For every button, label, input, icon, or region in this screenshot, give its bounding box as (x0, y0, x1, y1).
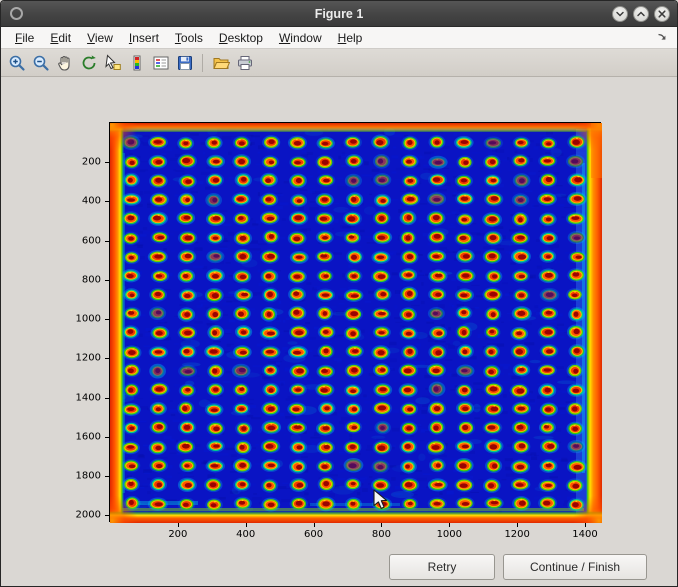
y-tick-label: 200 (82, 157, 101, 168)
dock-figure-button[interactable] (656, 32, 671, 44)
menubar: FileEditViewInsertToolsDesktopWindowHelp (1, 27, 677, 49)
save-figure-icon (176, 54, 194, 72)
menu-item-window[interactable]: Window (271, 29, 330, 47)
y-tick-mark (105, 437, 109, 438)
y-tick-mark (105, 280, 109, 281)
toolbar (1, 49, 677, 77)
y-tick-label: 1800 (76, 470, 101, 481)
rotate-3d-button[interactable] (77, 51, 100, 74)
continue-finish-button[interactable]: Continue / Finish (503, 554, 647, 580)
pan-icon (56, 54, 74, 72)
y-tick-label: 800 (82, 274, 101, 285)
save-figure-button[interactable] (173, 51, 196, 74)
dock-arrow-icon (656, 32, 668, 44)
y-tick-mark (105, 398, 109, 399)
y-tick-mark (105, 358, 109, 359)
y-tick-label: 2000 (76, 510, 101, 521)
y-tick-label: 1600 (76, 431, 101, 442)
open-file-icon (212, 54, 230, 72)
insert-colorbar-icon (128, 54, 146, 72)
menu-item-view[interactable]: View (79, 29, 121, 47)
x-tick-label: 1400 (572, 529, 597, 540)
data-cursor-icon (104, 54, 122, 72)
window-menu-icon[interactable] (10, 7, 23, 20)
axes: 2004006008001000120014002004006008001000… (109, 122, 601, 522)
x-tick-label: 400 (236, 529, 255, 540)
menu-item-help[interactable]: Help (330, 29, 371, 47)
zoom-in-icon (8, 54, 26, 72)
x-tick-label: 800 (372, 529, 391, 540)
maximize-button[interactable] (633, 6, 649, 22)
print-figure-button[interactable] (233, 51, 256, 74)
window-controls (612, 6, 677, 22)
x-tick-mark (381, 523, 382, 527)
insert-legend-icon (152, 54, 170, 72)
y-tick-mark (105, 515, 109, 516)
menu-item-desktop[interactable]: Desktop (211, 29, 271, 47)
x-tick-label: 600 (304, 529, 323, 540)
chevron-up-icon (636, 9, 646, 19)
y-tick-label: 1400 (76, 392, 101, 403)
y-tick-mark (105, 201, 109, 202)
y-tick-mark (105, 241, 109, 242)
y-tick-mark (105, 476, 109, 477)
window-title: Figure 1 (315, 7, 364, 21)
print-figure-icon (236, 54, 254, 72)
x-tick-label: 200 (168, 529, 187, 540)
insert-colorbar-button[interactable] (125, 51, 148, 74)
close-button[interactable] (654, 6, 670, 22)
zoom-out-icon (32, 54, 50, 72)
toolbar-separator (202, 54, 203, 72)
y-tick-label: 600 (82, 235, 101, 246)
zoom-out-button[interactable] (29, 51, 52, 74)
y-tick-label: 400 (82, 196, 101, 207)
close-icon (657, 9, 667, 19)
x-tick-mark (449, 523, 450, 527)
chevron-down-icon (615, 9, 625, 19)
x-tick-mark (246, 523, 247, 527)
menubar-items: FileEditViewInsertToolsDesktopWindowHelp (7, 29, 370, 47)
menu-item-tools[interactable]: Tools (167, 29, 211, 47)
figure-area: 200 400 600 800 1000 1200 1400 200 400 600 800 1000… (1, 77, 677, 587)
x-tick-mark (178, 523, 179, 527)
titlebar[interactable]: Figure 1 (1, 1, 677, 27)
insert-legend-button[interactable] (149, 51, 172, 74)
menu-item-insert[interactable]: Insert (121, 29, 167, 47)
zoom-in-button[interactable] (5, 51, 28, 74)
y-tick-mark (105, 162, 109, 163)
menu-item-file[interactable]: File (7, 29, 42, 47)
x-tick-mark (585, 523, 586, 527)
pan-button[interactable] (53, 51, 76, 74)
y-tick-mark (105, 319, 109, 320)
heatmap-canvas[interactable] (110, 123, 602, 523)
y-tick-label: 1200 (76, 353, 101, 364)
retry-button[interactable]: Retry (389, 554, 495, 580)
y-tick-label: 1000 (76, 314, 101, 325)
menu-item-edit[interactable]: Edit (42, 29, 79, 47)
minimize-button[interactable] (612, 6, 628, 22)
data-cursor-button[interactable] (101, 51, 124, 74)
x-tick-mark (314, 523, 315, 527)
rotate-3d-icon (80, 54, 98, 72)
figure-window: Figure 1 FileEditViewInsertToolsDesktopW… (0, 0, 678, 587)
x-tick-label: 1000 (437, 529, 462, 540)
x-tick-label: 1200 (504, 529, 529, 540)
open-file-button[interactable] (209, 51, 232, 74)
x-tick-mark (517, 523, 518, 527)
